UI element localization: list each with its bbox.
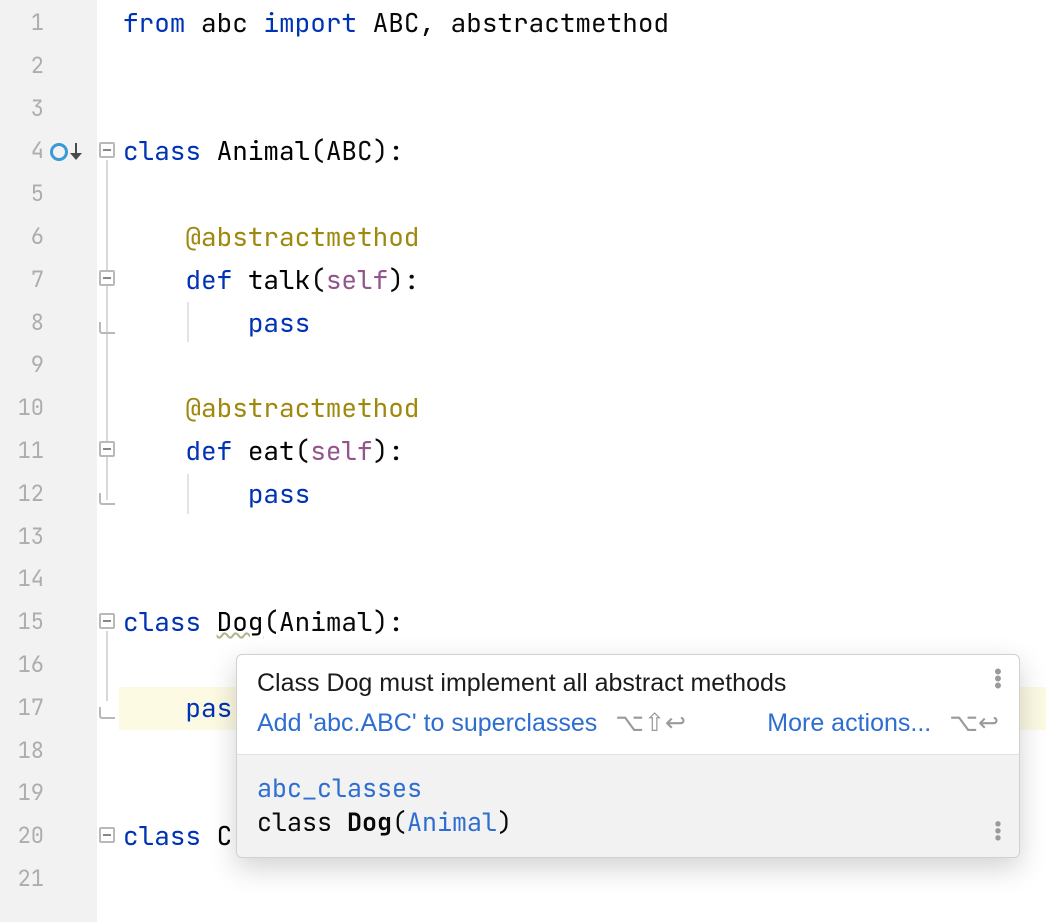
run-gutter-icon[interactable] [50, 143, 82, 161]
popup-actions: Add 'abc.ABC' to superclasses ⌥⇧↩ More a… [257, 708, 999, 738]
code-line[interactable]: class Animal(ABC): [119, 130, 1046, 173]
fold-guide [106, 631, 108, 701]
shortcut-label: ⌥↩ [949, 708, 999, 738]
code-line[interactable]: from abc import ABC, abstractmethod [119, 2, 1046, 45]
more-actions-link[interactable]: More actions... [767, 709, 931, 738]
gutter-line[interactable]: 19 [0, 772, 97, 815]
fold-toggle-icon[interactable] [99, 827, 115, 843]
inspection-popup: ••• Class Dog must implement all abstrac… [236, 654, 1020, 858]
fold-toggle-icon[interactable] [99, 613, 115, 629]
code-line[interactable] [119, 516, 1046, 559]
fold-strip [97, 0, 119, 922]
code-line[interactable] [119, 173, 1046, 216]
code-line[interactable]: pass [119, 473, 1046, 516]
base-class-link[interactable]: Animal [407, 805, 497, 839]
gutter-line[interactable]: 13 [0, 516, 97, 559]
code-line[interactable]: def talk(self): [119, 259, 1046, 302]
gutter-line[interactable]: 9 [0, 344, 97, 387]
warning-span[interactable]: Dog [217, 604, 264, 639]
code-line[interactable]: pass [119, 302, 1046, 345]
line-number: 16 [8, 644, 44, 687]
code-line[interactable] [119, 344, 1046, 387]
gutter-line[interactable]: 3 [0, 88, 97, 131]
quickfix-link[interactable]: Add 'abc.ABC' to superclasses [257, 709, 597, 738]
fold-end-icon [99, 493, 115, 505]
gutter: 1 2 3 4 5 6 7 8 9 10 11 12 13 14 15 16 1… [0, 0, 97, 922]
gutter-line[interactable]: 14 [0, 558, 97, 601]
gutter-line[interactable]: 8 [0, 302, 97, 345]
line-number: 3 [8, 88, 44, 131]
popup-header: ••• Class Dog must implement all abstrac… [237, 655, 1019, 754]
run-arrow-icon [70, 143, 82, 161]
gutter-line[interactable]: 18 [0, 730, 97, 773]
gutter-line[interactable]: 15 [0, 601, 97, 644]
popup-options-icon[interactable]: ••• [989, 822, 1007, 843]
code-line[interactable] [119, 558, 1046, 601]
code-line[interactable] [119, 858, 1046, 901]
code-line[interactable]: class Dog(Animal): [119, 601, 1046, 644]
gutter-line[interactable]: 1 [0, 2, 97, 45]
fold-end-icon [99, 322, 115, 334]
file-reference-link[interactable]: abc_classes [257, 771, 422, 805]
inspection-message: Class Dog must implement all abstract me… [257, 669, 999, 698]
gutter-line[interactable]: 2 [0, 45, 97, 88]
gutter-line[interactable]: 6 [0, 216, 97, 259]
line-number: 4 [8, 130, 44, 173]
line-number: 7 [8, 259, 44, 302]
gutter-line[interactable]: 12 [0, 473, 97, 516]
line-number: 5 [8, 173, 44, 216]
fold-toggle-icon[interactable] [99, 142, 115, 158]
code-line[interactable]: def eat(self): [119, 430, 1046, 473]
gutter-line[interactable]: 20 [0, 815, 97, 858]
code-line[interactable] [119, 45, 1046, 88]
gutter-line[interactable]: 11 [0, 430, 97, 473]
line-number: 10 [8, 387, 44, 430]
popup-options-icon[interactable]: ••• [989, 669, 1007, 690]
line-number: 14 [8, 558, 44, 601]
line-number: 6 [8, 216, 44, 259]
line-number: 11 [8, 430, 44, 473]
code-line[interactable]: @abstractmethod [119, 216, 1046, 259]
code-line[interactable]: @abstractmethod [119, 387, 1046, 430]
line-number: 20 [8, 815, 44, 858]
gutter-line[interactable]: 7 [0, 259, 97, 302]
fold-end-icon [99, 707, 115, 719]
line-number: 19 [8, 772, 44, 815]
gutter-line[interactable]: 4 [0, 130, 97, 173]
signature-classname: Dog [347, 805, 392, 839]
line-number: 15 [8, 601, 44, 644]
line-number: 12 [8, 473, 44, 516]
code-line[interactable] [119, 88, 1046, 131]
shortcut-label: ⌥⇧↩ [615, 708, 686, 738]
line-number: 18 [8, 730, 44, 773]
line-number: 8 [8, 302, 44, 345]
fold-toggle-icon[interactable] [99, 441, 115, 457]
popup-context: ••• abc_classes class Dog(Animal) [237, 754, 1019, 857]
gutter-line[interactable]: 16 [0, 644, 97, 687]
gutter-line[interactable]: 5 [0, 173, 97, 216]
fold-toggle-icon[interactable] [99, 270, 115, 286]
line-number: 2 [8, 45, 44, 88]
gutter-line[interactable]: 21 [0, 858, 97, 901]
gutter-line[interactable]: 10 [0, 387, 97, 430]
gutter-line[interactable]: 17 [0, 687, 97, 730]
line-number: 17 [8, 687, 44, 730]
line-number: 9 [8, 344, 44, 387]
breakpoint-ring-icon [50, 143, 68, 161]
line-number: 21 [8, 858, 44, 901]
line-number: 1 [8, 2, 44, 45]
line-number: 13 [8, 516, 44, 559]
signature-keyword: class [257, 805, 347, 839]
